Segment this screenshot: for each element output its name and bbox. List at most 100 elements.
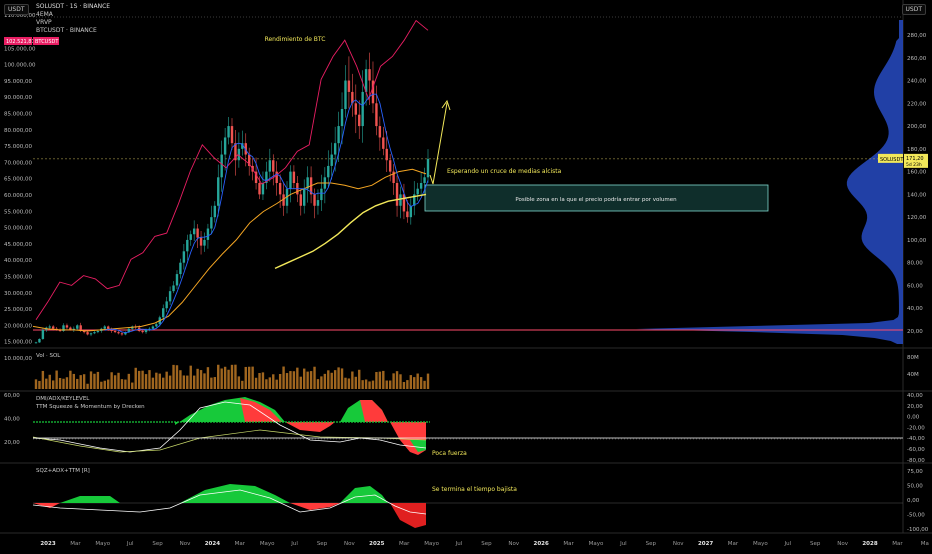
candle-body: [76, 325, 79, 329]
volume-bar: [244, 366, 247, 389]
candle-body: [340, 109, 344, 127]
right-axis-tick: 100,00: [907, 238, 927, 244]
volume-bar: [241, 380, 244, 389]
volume-bar: [354, 376, 357, 389]
volume-axis-tick: 80M: [907, 355, 919, 361]
volume-bar: [113, 375, 117, 389]
dmi-right-axis-tick: 20,00: [907, 404, 923, 410]
volume-bar: [327, 370, 330, 389]
volume-bar: [141, 370, 144, 389]
candle-body: [162, 308, 165, 318]
volume-bar: [96, 371, 100, 389]
main-chart-svg[interactable]: 110.000,00105.000,00100.000,0095.000,009…: [0, 0, 932, 550]
left-axis-tick: 45.000,00: [4, 242, 32, 248]
right-axis-tick: 160,00: [907, 170, 927, 176]
volume-bar: [358, 369, 361, 389]
volume-bar: [127, 373, 131, 389]
candle-body: [419, 183, 423, 189]
volume-bar: [251, 366, 254, 389]
volume-bar: [278, 374, 282, 389]
volume-bar: [168, 375, 172, 389]
indicator-ma-label[interactable]: 4EMA: [36, 11, 53, 18]
volume-bar: [117, 372, 120, 389]
left-axis-tick: 15.000,00: [4, 340, 32, 346]
candle-body: [230, 126, 234, 144]
left-axis-tick: 75.000,00: [4, 144, 32, 150]
volume-bar: [223, 366, 227, 389]
candle-body: [107, 326, 110, 329]
volume-bar: [151, 377, 155, 389]
right-axis-tick: 20,00: [907, 329, 923, 335]
volume-bar: [289, 371, 292, 389]
volume-bar: [333, 370, 337, 389]
volume-bar: [247, 366, 251, 389]
x-axis-tick: Nov: [180, 541, 191, 547]
volume-bar: [292, 371, 296, 389]
left-axis-tick: 30.000,00: [4, 291, 32, 297]
symbol-title[interactable]: SOLUSDT · 1S · BINANCE: [36, 3, 110, 10]
volume-bar: [107, 379, 110, 389]
candle-body: [368, 69, 371, 81]
volume-bar: [361, 380, 364, 389]
dmi-right-axis-tick: -60,00: [907, 447, 925, 453]
volume-bar: [272, 374, 275, 389]
candle-body: [333, 143, 337, 155]
volume-panel-label: Vol · SOL: [36, 353, 61, 359]
candle-body: [206, 228, 210, 240]
x-axis-tick: Mayo: [753, 541, 768, 547]
volume-bar: [192, 375, 196, 389]
volume-bar: [323, 373, 327, 389]
volume-bar: [392, 373, 395, 389]
candle-body: [382, 137, 385, 149]
candle-body: [399, 194, 402, 206]
candle-body: [388, 160, 392, 172]
indicator-vrvp-label[interactable]: VRVP: [36, 19, 52, 26]
candle-body: [51, 326, 55, 329]
candle-body: [395, 183, 399, 206]
right-axis-tick: 80,00: [907, 261, 923, 267]
volume-bar: [196, 368, 199, 389]
currency-button-right[interactable]: USDT: [901, 4, 926, 15]
x-axis-tick: Mar: [70, 541, 81, 547]
volume-profile: [636, 20, 903, 344]
volume-bar: [340, 368, 344, 389]
candle-body: [217, 177, 220, 206]
volume-bar: [55, 370, 58, 389]
volume-bar: [100, 381, 103, 389]
volume-bar: [220, 368, 223, 389]
dmi-right-axis-tick: 40,00: [907, 393, 923, 399]
volume-bar: [316, 379, 320, 389]
volume-bar: [93, 373, 96, 389]
candle-body: [347, 80, 351, 92]
x-axis-tick: Sep: [810, 541, 821, 547]
di-line: [32, 429, 427, 453]
x-axis-tick: Nov: [508, 541, 519, 547]
volume-bar: [48, 374, 51, 389]
volume-bar: [296, 367, 299, 389]
volume-bar: [89, 371, 93, 389]
volume-bar: [375, 372, 378, 389]
candle-body: [375, 103, 378, 127]
sqz-right-axis-tick: 50,00: [907, 484, 923, 490]
volume-bar: [155, 372, 158, 389]
candle-body: [103, 326, 106, 329]
volume-bar: [388, 380, 392, 389]
candle-body: [220, 154, 223, 178]
x-axis-tick: Mayo: [424, 541, 439, 547]
volume-bar: [79, 375, 82, 389]
candle-body: [406, 211, 409, 218]
overlay-symbol-label[interactable]: BTCUSDT · BINANCE: [36, 27, 97, 34]
x-axis-tick: Mayo: [95, 541, 110, 547]
volume-bar: [72, 373, 76, 389]
volume-bar: [299, 376, 302, 389]
tradingview-chart-window: 110.000,00 105.000,00 100.000,00 95.000,00 9…: [0, 0, 932, 550]
candle-body: [48, 326, 51, 328]
volume-bar: [426, 373, 430, 389]
volume-bar: [313, 366, 316, 389]
volume-bar: [62, 378, 65, 389]
candle-body: [34, 342, 38, 344]
volume-bar: [254, 377, 258, 389]
btc-performance-label: Rendimiento de BTC: [265, 36, 326, 43]
volume-bar: [110, 372, 113, 389]
currency-button-left[interactable]: USDT: [4, 4, 29, 15]
